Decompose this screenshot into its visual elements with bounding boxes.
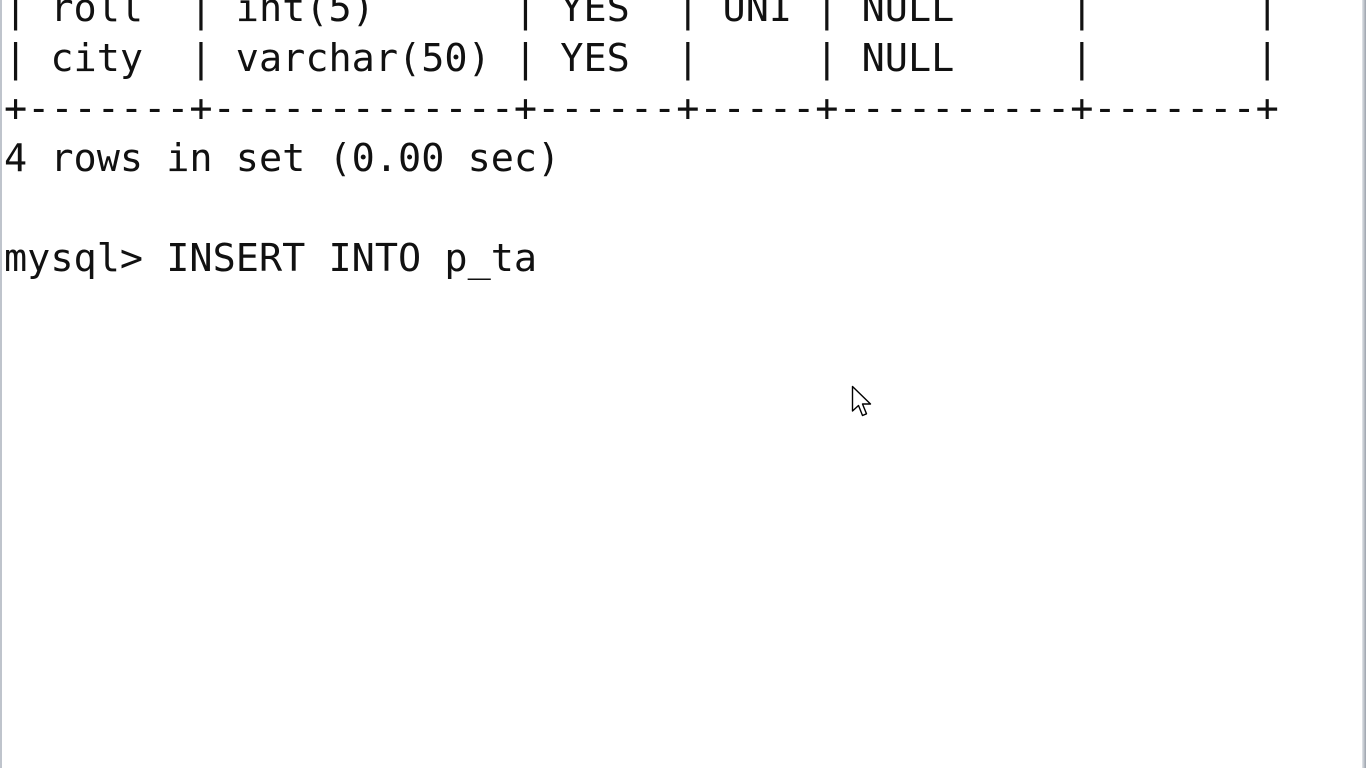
table-border-bottom: +-------+-------------+------+-----+----… bbox=[4, 86, 1279, 131]
arrow-cursor-icon bbox=[851, 385, 872, 417]
result-summary: 4 rows in set (0.00 sec) bbox=[4, 136, 561, 181]
command-prompt-line[interactable]: mysql> INSERT INTO p_ta bbox=[4, 234, 1279, 284]
terminal-window[interactable]: | roll | int(5) | YES | UNI | NULL | | | … bbox=[0, 0, 1366, 768]
window-left-border bbox=[0, 0, 2, 768]
table-row-city: | city | varchar(50) | YES | | NULL | | bbox=[4, 36, 1279, 81]
window-right-border bbox=[1362, 0, 1366, 768]
table-row-roll: | roll | int(5) | YES | UNI | NULL | | bbox=[4, 0, 1279, 31]
terminal-output[interactable]: | roll | int(5) | YES | UNI | NULL | | | … bbox=[4, 0, 1279, 284]
